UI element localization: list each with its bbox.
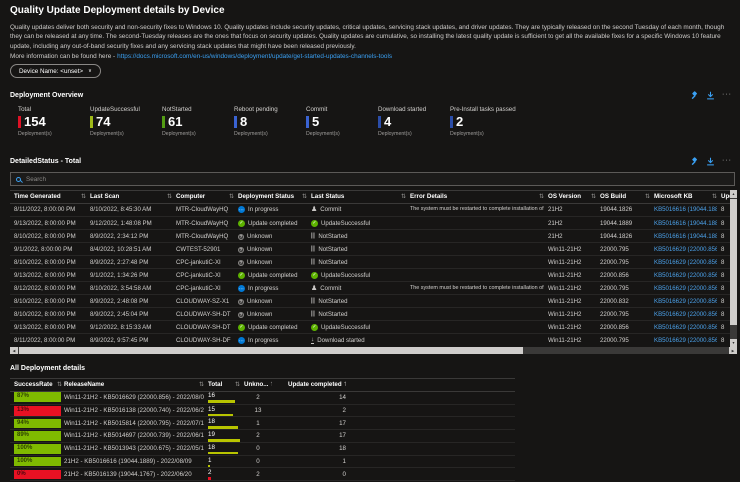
table-row[interactable]: 87% Win11-21H2 - KB5016629 (22000.856) - … — [10, 391, 515, 404]
success-rate-badge: 94% — [14, 418, 61, 429]
column-header[interactable]: Update completed⇅ — [288, 378, 346, 391]
cell-total: 1 — [208, 456, 242, 467]
total-value: 18 — [208, 418, 215, 426]
sort-icon[interactable]: ⇅ — [199, 381, 204, 388]
cell-release-name: 21H2 - KB5016616 (19044.1889) - 2022/08/… — [64, 457, 192, 465]
column-label: ReleaseName — [64, 381, 105, 388]
column-label: Total — [208, 381, 223, 388]
cell-update-completed-count: 17 — [339, 432, 346, 440]
total-value: 1 — [208, 456, 212, 464]
total-value: 2 — [208, 469, 212, 477]
cell-update-completed-count: 17 — [339, 419, 346, 427]
success-rate-badge: 87% — [14, 392, 61, 402]
cell-total: 16 — [208, 392, 242, 403]
success-rate-badge: 89% — [14, 431, 61, 441]
total-value: 19 — [208, 431, 215, 439]
cell-total: 18 — [208, 444, 242, 455]
success-rate-badge: 0% — [14, 469, 61, 480]
column-header[interactable]: ReleaseName ⇅ — [64, 378, 204, 391]
column-label: SuccessRate — [14, 381, 53, 388]
sort-icon[interactable]: ⇅ — [235, 381, 240, 388]
total-bar — [208, 400, 235, 403]
cell-unknown-count: 2 — [256, 393, 260, 401]
total-value: 15 — [208, 405, 215, 413]
table-row[interactable]: 89% Win11-21H2 - KB5014697 (22000.739) - … — [10, 429, 515, 442]
cell-total: 18 — [208, 418, 242, 429]
cell-release-name: Win11-21H2 - KB5016138 (22000.740) - 202… — [64, 407, 204, 415]
sort-icon[interactable]: ⇅ — [57, 381, 62, 388]
cell-update-completed-count: 18 — [339, 445, 346, 453]
cell-total: 2 — [208, 469, 242, 480]
cell-update-completed-count: 1 — [342, 457, 346, 465]
success-rate-badge: 13% — [14, 406, 61, 416]
sort-icon[interactable]: ⇅ — [344, 381, 346, 388]
sort-icon[interactable]: ⇅ — [270, 381, 272, 388]
cell-total: 15 — [208, 406, 242, 417]
table-row[interactable]: 13% Win11-21H2 - KB5016138 (22000.740) - … — [10, 403, 515, 417]
cell-unknown-count: 0 — [256, 457, 260, 465]
column-header[interactable]: Total ⇅ — [208, 378, 240, 391]
success-rate-badge: 100% — [14, 456, 61, 467]
cell-total: 19 — [208, 431, 242, 442]
cell-update-completed-count: 14 — [339, 393, 346, 401]
column-header[interactable]: SuccessRate ⇅ — [14, 378, 62, 391]
quality-update-workbook: Quality Update Deployment details by Dev… — [0, 0, 740, 482]
table-row[interactable]: 94% Win11-21H2 - KB5015814 (22000.795) - … — [10, 416, 515, 429]
cell-release-name: 21H2 - KB5016139 (19044.1767) - 2022/06/… — [64, 470, 192, 478]
success-rate-badge: 100% — [14, 444, 61, 454]
cell-release-name: Win11-21H2 - KB5014697 (22000.739) - 202… — [64, 432, 204, 440]
column-header[interactable]: Unkno...⇅ — [244, 378, 272, 391]
deployments-table: SuccessRate⇅ReleaseName⇅Total⇅Unkno...⇅U… — [0, 0, 740, 482]
table-row[interactable]: 100% Win11-21H2 - KB5013943 (22000.675) -… — [10, 441, 515, 455]
table-row[interactable]: 100% 21H2 - KB5016616 (19044.1889) - 2022… — [10, 454, 515, 468]
column-label: Update completed — [288, 381, 342, 388]
cell-unknown-count: 13 — [254, 407, 262, 415]
cell-unknown-count: 0 — [256, 445, 260, 453]
table-row[interactable]: 0% 21H2 - KB5016139 (19044.1767) - 2022/0… — [10, 467, 515, 480]
cell-update-completed-count: 2 — [342, 407, 346, 415]
cell-unknown-count: 2 — [256, 470, 260, 478]
column-label: Unkno... — [244, 381, 269, 388]
cell-unknown-count: 1 — [256, 419, 260, 427]
total-value: 16 — [208, 392, 215, 399]
cell-update-completed-count: 0 — [342, 470, 346, 478]
cell-release-name: Win11-21H2 - KB5016629 (22000.856) - 202… — [64, 393, 204, 401]
total-value: 18 — [208, 443, 215, 451]
cell-release-name: Win11-21H2 - KB5015814 (22000.795) - 202… — [64, 419, 204, 427]
cell-unknown-count: 2 — [256, 432, 260, 440]
cell-release-name: Win11-21H2 - KB5013943 (22000.675) - 202… — [64, 445, 204, 453]
deployments-table-header: SuccessRate⇅ReleaseName⇅Total⇅Unkno...⇅U… — [0, 378, 740, 391]
